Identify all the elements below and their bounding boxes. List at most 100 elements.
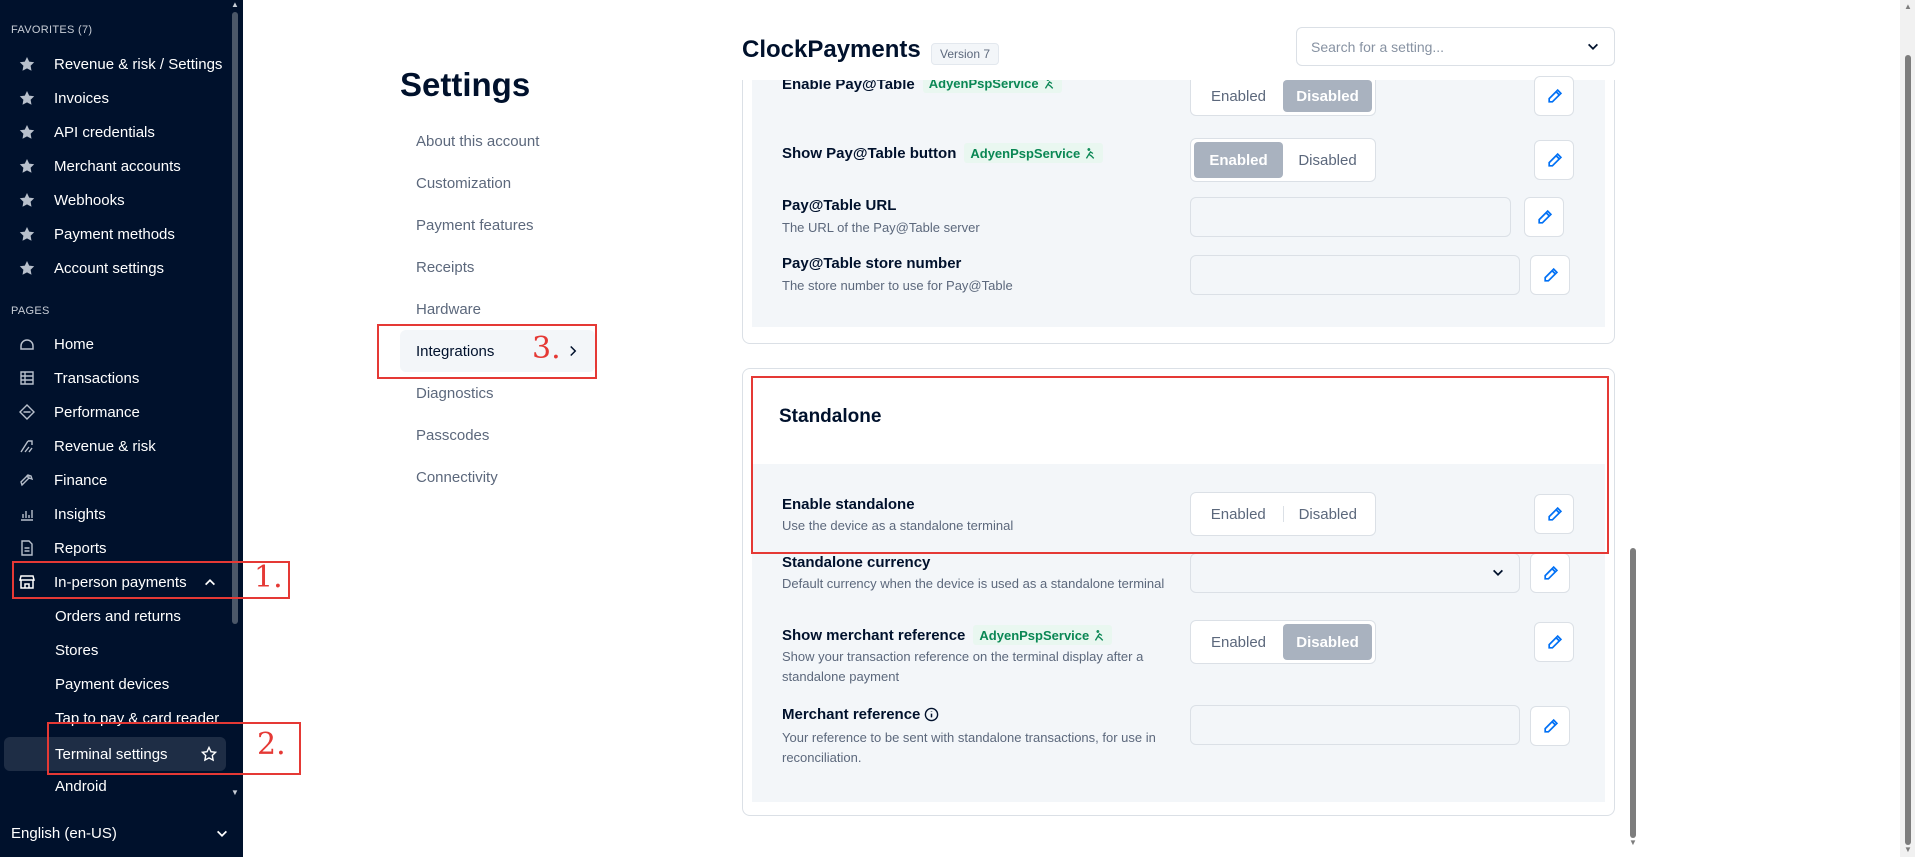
favorite-item-api-credentials[interactable]: API credentials	[0, 117, 230, 147]
content-scrollbar[interactable]	[1630, 548, 1636, 838]
search-placeholder: Search for a setting...	[1311, 38, 1445, 55]
sidebar-item-home[interactable]: Home	[0, 329, 230, 359]
pencil-icon	[1543, 565, 1558, 580]
show-pay-at-table-button-label: Show Pay@Table button AdyenPspService	[782, 143, 1104, 163]
show-merchant-reference-toggle[interactable]: Enabled Disabled	[1190, 620, 1376, 664]
sidebar-item-revenue-risk[interactable]: Revenue & risk	[0, 431, 230, 461]
pencil-icon	[1537, 209, 1552, 224]
star-icon	[0, 260, 54, 276]
nav-item-receipts[interactable]: Receipts	[400, 246, 595, 288]
chevron-down-icon	[215, 827, 229, 841]
favorite-item-merchant-accounts[interactable]: Merchant accounts	[0, 151, 230, 181]
sidebar-subitem-android[interactable]: Android	[55, 771, 107, 801]
language-selector[interactable]: English (en-US)	[0, 810, 243, 857]
language-label: English (en-US)	[11, 825, 117, 842]
standalone-currency-select[interactable]	[1190, 553, 1520, 593]
chevron-down-icon	[1586, 40, 1600, 54]
favorite-label: Account settings	[54, 259, 165, 277]
disabled-option[interactable]: Disabled	[1283, 142, 1372, 178]
enabled-option[interactable]: Enabled	[1194, 624, 1283, 660]
favorite-label: Webhooks	[54, 191, 125, 209]
scroll-down-arrow-icon[interactable]: ▼	[231, 788, 239, 797]
pencil-icon	[1547, 634, 1562, 649]
pay-at-table-url-input[interactable]	[1190, 197, 1511, 237]
info-icon[interactable]	[924, 707, 939, 722]
star-icon	[0, 192, 54, 208]
scroll-up-arrow-icon[interactable]: ▲	[231, 0, 239, 9]
sidebar-item-label: Finance	[54, 471, 108, 489]
page-title: Settings	[400, 66, 531, 103]
edit-button[interactable]	[1530, 255, 1570, 295]
pages-header: PAGES	[11, 305, 50, 317]
disabled-option[interactable]: Disabled	[1283, 624, 1372, 660]
sidebar-item-finance[interactable]: Finance	[0, 465, 230, 495]
home-icon	[0, 336, 54, 352]
scroll-up-arrow-icon[interactable]: ▲	[1904, 2, 1912, 11]
enable-pay-at-table-label: Enable Pay@Table AdyenPspService	[782, 80, 1062, 98]
pencil-icon	[1547, 152, 1562, 167]
sidebar-subitem-orders-returns[interactable]: Orders and returns	[55, 601, 181, 631]
sidebar-item-label: Performance	[54, 403, 140, 421]
merchant-reference-desc: Your reference to be sent with standalon…	[782, 730, 1156, 765]
scroll-down-arrow-icon[interactable]: ▼	[1904, 845, 1912, 854]
nav-item-connectivity[interactable]: Connectivity	[400, 456, 595, 498]
nav-item-payment-features[interactable]: Payment features	[400, 204, 595, 246]
favorite-item-invoices[interactable]: Invoices	[0, 83, 230, 113]
show-merchant-reference-label: Show merchant reference AdyenPspService	[782, 625, 1113, 645]
sidebar-item-transactions[interactable]: Transactions	[0, 363, 230, 393]
version-badge: Version 7	[931, 43, 1000, 65]
edit-button[interactable]	[1534, 140, 1574, 180]
person-run-icon	[1044, 80, 1053, 89]
chevron-down-icon	[1491, 566, 1505, 580]
app-title: ClockPayments	[742, 36, 921, 63]
merchant-reference-input[interactable]	[1190, 705, 1520, 745]
risk-icon	[0, 438, 54, 454]
sidebar-item-reports[interactable]: Reports	[0, 533, 230, 563]
annotation-label-2: 2.	[257, 727, 286, 762]
sidebar-item-insights[interactable]: Insights	[0, 499, 230, 529]
show-merchant-reference-desc: Show your transaction reference on the t…	[782, 649, 1144, 684]
pay-at-table-store-input[interactable]	[1190, 255, 1520, 295]
sidebar-item-performance[interactable]: Performance	[0, 397, 230, 427]
sidebar-subitem-stores[interactable]: Stores	[55, 635, 98, 665]
sidebar-item-label: Insights	[54, 505, 106, 523]
favorite-item-payment-methods[interactable]: Payment methods	[0, 219, 230, 249]
pay-at-table-url-label: Pay@Table URL	[782, 197, 897, 214]
annotation-label-3: 3.	[532, 331, 561, 366]
pay-at-table-url-desc: The URL of the Pay@Table server	[782, 220, 980, 235]
sidebar-subitem-payment-devices[interactable]: Payment devices	[55, 669, 169, 699]
scroll-down-arrow-icon[interactable]: ▼	[1629, 838, 1637, 847]
favorite-label: Revenue & risk / Settings	[54, 55, 223, 73]
disabled-option[interactable]: Disabled	[1283, 80, 1372, 112]
sidebar-scrollbar[interactable]	[232, 12, 238, 624]
star-icon	[0, 226, 54, 242]
favorite-item-webhooks[interactable]: Webhooks	[0, 185, 230, 215]
merchant-reference-label: Merchant reference	[782, 706, 939, 723]
annotation-box-standalone	[751, 376, 1609, 554]
edit-button[interactable]	[1530, 706, 1570, 746]
nav-item-passcodes[interactable]: Passcodes	[400, 414, 595, 456]
favorite-label: Invoices	[54, 89, 110, 107]
enable-pay-at-table-toggle[interactable]: Enabled Disabled	[1190, 80, 1376, 116]
favorite-item-account-settings[interactable]: Account settings	[0, 253, 230, 283]
standalone-currency-desc: Default currency when the device is used…	[782, 576, 1165, 591]
edit-button[interactable]	[1534, 622, 1574, 662]
psp-service-tag: AdyenPspService	[922, 80, 1062, 93]
nav-item-customization[interactable]: Customization	[400, 162, 595, 204]
search-input[interactable]: Search for a setting...	[1296, 27, 1615, 66]
finance-icon	[0, 472, 54, 488]
person-run-icon	[1086, 147, 1095, 159]
page-scrollbar[interactable]	[1905, 55, 1911, 845]
edit-button[interactable]	[1524, 197, 1564, 237]
edit-button[interactable]	[1534, 76, 1574, 116]
enabled-option[interactable]: Enabled	[1194, 80, 1283, 112]
enabled-option[interactable]: Enabled	[1194, 142, 1283, 178]
pencil-icon	[1547, 88, 1562, 103]
annotation-label-1: 1.	[254, 560, 283, 595]
show-pay-at-table-button-toggle[interactable]: Enabled Disabled	[1190, 138, 1376, 182]
table-icon	[0, 370, 54, 386]
favorite-item-revenue-risk-settings[interactable]: Revenue & risk / Settings	[0, 49, 230, 79]
pencil-icon	[1543, 267, 1558, 282]
edit-button[interactable]	[1530, 553, 1570, 593]
nav-item-about[interactable]: About this account	[400, 120, 595, 162]
